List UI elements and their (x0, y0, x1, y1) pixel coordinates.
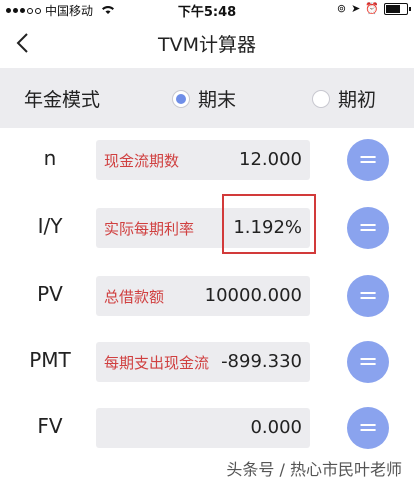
radio-end-label: 期末 (198, 89, 237, 111)
field-value: 1.192% (233, 217, 302, 238)
compute-pv-button[interactable]: = (347, 275, 389, 317)
location-icon: ➤ (351, 2, 361, 15)
variable-label: PV (37, 282, 63, 306)
nav-bar: TVM计算器 (0, 18, 414, 68)
row-fv: FV 0.000 = (0, 404, 414, 452)
radio-end-of-period[interactable]: 期末 (172, 85, 236, 112)
radio-begin-of-period[interactable]: 期初 (312, 85, 376, 112)
variable-label: FV (37, 414, 63, 438)
compute-iy-button[interactable]: = (347, 207, 389, 249)
row-pmt: PMT 每期支出现金流 -899.330 = (0, 338, 414, 386)
input-iy[interactable]: 实际每期利率 1.192% (96, 208, 310, 248)
radio-unchecked-icon (312, 89, 330, 108)
field-description: 每期支出现金流 (104, 354, 210, 372)
field-description: 实际每期利率 (104, 220, 195, 238)
field-value: 12.000 (239, 149, 302, 170)
page-title: TVM计算器 (158, 34, 256, 56)
battery-icon (384, 2, 411, 15)
row-n: n 现金流期数 12.000 = (0, 136, 414, 184)
radio-begin-label: 期初 (338, 89, 377, 111)
field-value: -899.330 (221, 351, 302, 372)
field-value: 0.000 (250, 417, 302, 438)
annuity-mode-bar: 年金模式 期末 期初 (0, 68, 414, 128)
variable-label: I/Y (37, 214, 63, 238)
status-right: ⊚ ➤ ⏰ (336, 2, 411, 15)
compute-n-button[interactable]: = (347, 139, 389, 181)
status-bar: 中国移动 下午5:48 ⊚ ➤ ⏰ (0, 0, 414, 20)
input-fv[interactable]: 0.000 (96, 408, 310, 448)
input-pmt[interactable]: 每期支出现金流 -899.330 (96, 342, 310, 382)
field-description: 总借款额 (104, 288, 165, 306)
watermark-text: 头条号 / 热心市民叶老师 (226, 460, 402, 479)
row-iy: I/Y 实际每期利率 1.192% = (0, 204, 414, 252)
annuity-mode-label: 年金模式 (24, 89, 101, 111)
field-description: 现金流期数 (104, 152, 180, 170)
rotation-lock-icon: ⊚ (336, 2, 347, 15)
variable-label: PMT (29, 348, 71, 372)
compute-pmt-button[interactable]: = (347, 341, 389, 383)
input-pv[interactable]: 总借款额 10000.000 (96, 276, 310, 316)
radio-checked-icon (172, 89, 190, 108)
alarm-icon: ⏰ (365, 2, 379, 15)
row-pv: PV 总借款额 10000.000 = (0, 272, 414, 320)
field-value: 10000.000 (204, 285, 302, 306)
variable-label: n (43, 146, 57, 170)
compute-fv-button[interactable]: = (347, 407, 389, 449)
input-n[interactable]: 现金流期数 12.000 (96, 140, 310, 180)
